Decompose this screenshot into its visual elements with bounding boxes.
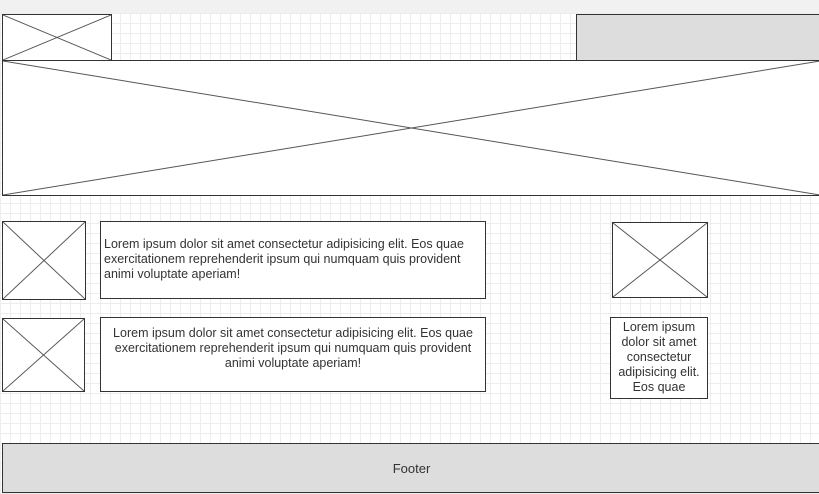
header-nav-block[interactable] <box>576 14 819 61</box>
image-placeholder-icon <box>3 222 85 299</box>
footer-bar: Footer <box>2 443 819 493</box>
side-text: Lorem ipsum dolor sit amet consectetur a… <box>610 317 708 399</box>
footer-label: Footer <box>392 460 431 476</box>
item-1-thumbnail-placeholder <box>2 221 86 300</box>
image-placeholder-icon <box>3 61 819 195</box>
item-2-text: Lorem ipsum dolor sit amet consectetur a… <box>100 317 486 392</box>
hero-image-placeholder <box>2 60 819 196</box>
image-placeholder-icon <box>3 15 111 60</box>
image-placeholder-icon <box>3 319 84 391</box>
top-strip <box>0 0 819 13</box>
image-placeholder-icon <box>613 223 707 297</box>
item-1-text: Lorem ipsum dolor sit amet consectetur a… <box>100 221 486 299</box>
side-image-placeholder <box>612 222 708 298</box>
logo-image-placeholder <box>2 14 112 61</box>
item-2-thumbnail-placeholder <box>2 318 85 392</box>
